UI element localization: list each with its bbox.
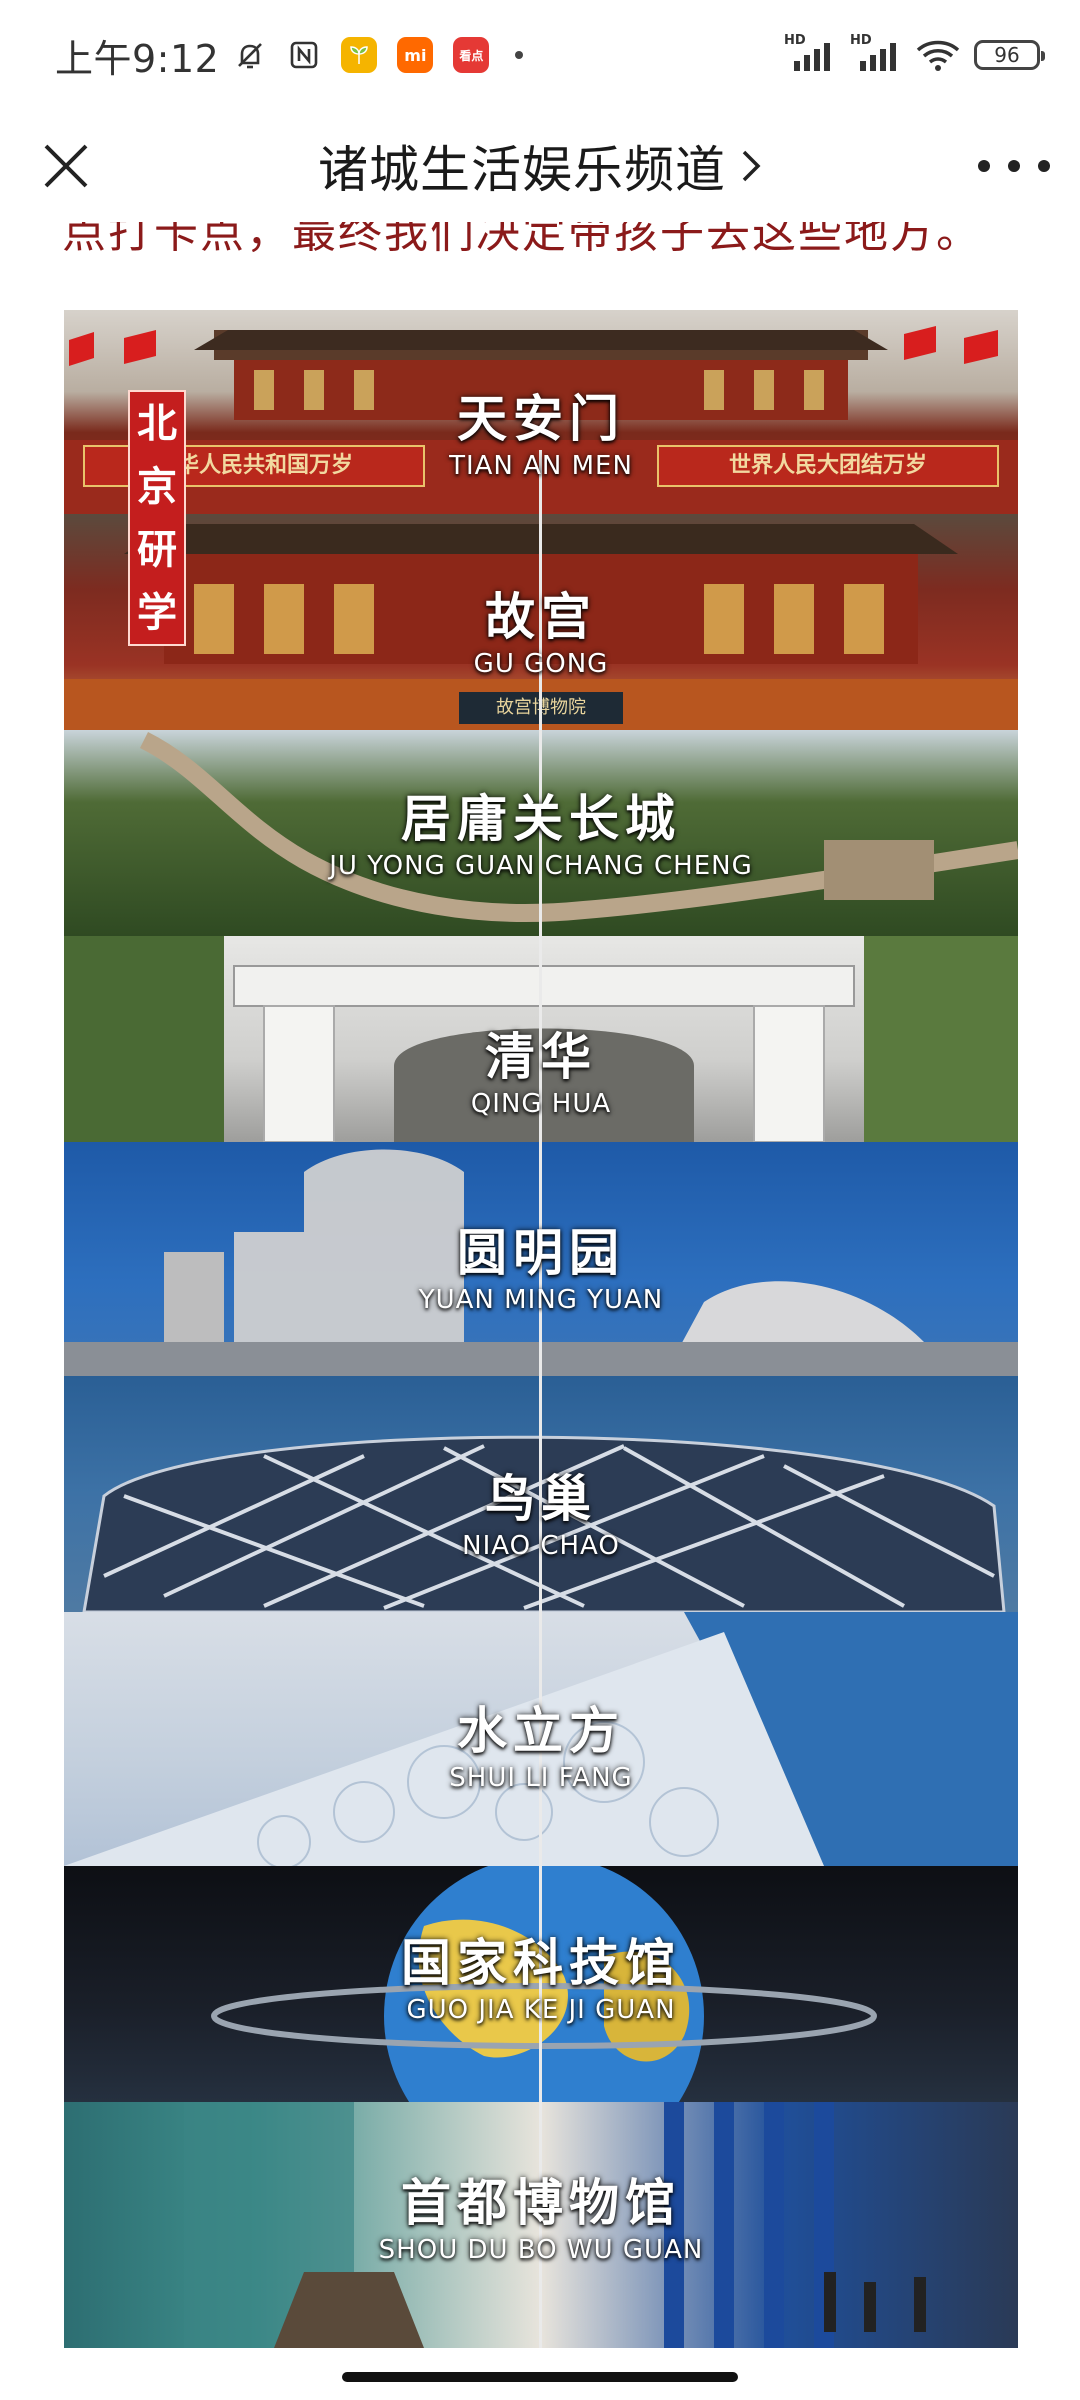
stop-label-gugong: 故宫 GU GONG (473, 587, 609, 680)
more-notifications-dot (515, 51, 524, 59)
close-icon (44, 144, 88, 188)
close-button[interactable] (36, 136, 96, 196)
nfc-icon (287, 38, 321, 72)
signal-1-icon: HD (784, 33, 836, 75)
status-time: 上午9:12 (55, 36, 220, 81)
status-left-icons: mi 看点 (233, 37, 524, 73)
channel-title-link[interactable]: 诸城生活娱乐频道 (318, 130, 762, 202)
stop-label-tiananmen: 天安门 TIAN AN MEN (449, 389, 633, 482)
mi-app-icon: mi (397, 37, 434, 73)
stop-label-kejiguan: 国家科技馆 GUO JIA KE JI GUAN (401, 1933, 681, 2026)
title-bar: 诸城生活娱乐频道 (0, 110, 1080, 222)
more-dot (1008, 160, 1020, 172)
battery-icon: 96 (974, 40, 1045, 70)
more-dot (1038, 160, 1050, 172)
chevron-right-icon (742, 150, 761, 182)
wifi-icon (916, 38, 960, 72)
kandian-app-icon: 看点 (453, 37, 490, 73)
app-notification-icon (341, 37, 378, 73)
more-options-button[interactable] (978, 144, 1050, 188)
stop-label-yuanmingyuan: 圆明园 YUAN MING YUAN (418, 1223, 664, 1316)
beijing-study-tag: 北 京 研 学 (128, 390, 186, 646)
status-bar: 上午9:12 mi 看点 HD HD 96 (0, 0, 1080, 110)
stop-label-great-wall: 居庸关长城 JU YONG GUAN CHANG CHENG (329, 789, 753, 882)
more-dot (978, 160, 990, 172)
home-indicator[interactable] (342, 2372, 738, 2382)
page-title: 诸城生活娱乐频道 (318, 141, 726, 199)
mute-bell-icon (233, 38, 267, 72)
article-paragraph: 点打卡点，最终我们决定带孩子去这些地方。 (62, 222, 982, 258)
status-right-icons: HD HD 96 (784, 33, 1045, 75)
article-text-clip: 点打卡点，最终我们决定带孩子去这些地方。 (0, 222, 1080, 270)
beijing-study-tour-poster[interactable]: 中华人民共和国万岁 世界人民大团结万岁 故宫博物院 (64, 310, 1018, 2348)
stop-label-qinghua: 清华 QING HUA (470, 1027, 612, 1120)
signal-2-icon: HD (850, 33, 902, 75)
timeline-line (539, 450, 542, 2348)
stop-label-shuilifang: 水立方 SHUI LI FANG (449, 1701, 633, 1794)
stop-label-shoudubowuguan: 首都博物馆 SHOU DU BO WU GUAN (378, 2173, 704, 2266)
stop-label-niaochao: 鸟巢 NIAO CHAO (462, 1469, 620, 1562)
